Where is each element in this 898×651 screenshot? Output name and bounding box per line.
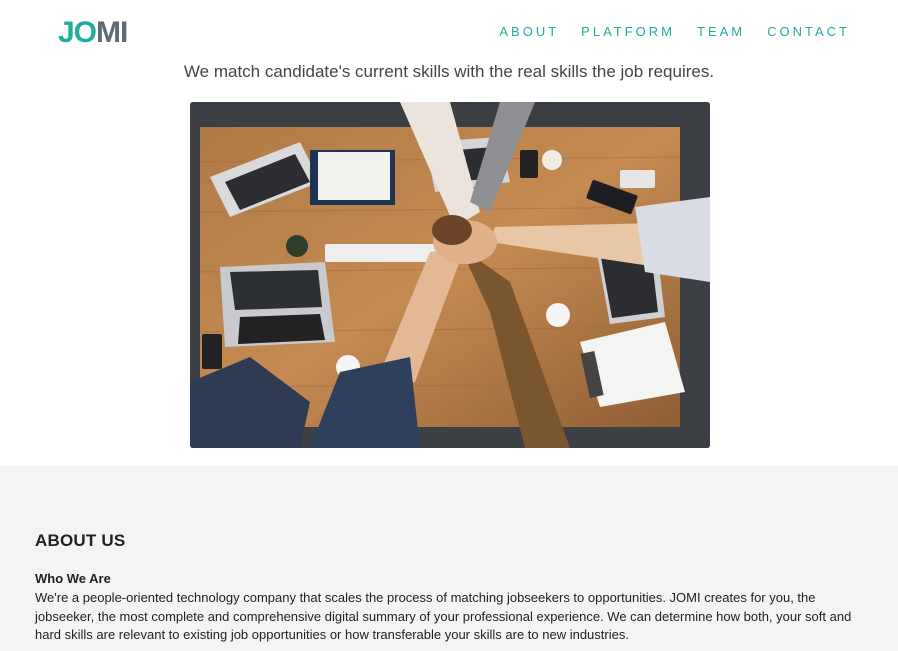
hero-image [190, 102, 710, 448]
hero-tagline: We match candidate's current skills with… [183, 62, 715, 81]
nav-team[interactable]: TEAM [697, 24, 745, 39]
about-section: ABOUT US Who We Are We're a people-orien… [0, 466, 898, 651]
main-nav: ABOUT PLATFORM TEAM CONTACT [499, 24, 850, 39]
nav-contact[interactable]: CONTACT [767, 24, 850, 39]
nav-platform[interactable]: PLATFORM [581, 24, 675, 39]
about-heading: ABOUT US [35, 531, 126, 550]
logo[interactable]: JO MI [58, 16, 128, 49]
logo-text-primary: JO [58, 16, 97, 49]
teamwork-photo-illustration [190, 102, 710, 448]
logo-text-secondary: MI [96, 16, 128, 49]
site-header: JO MI ABOUT PLATFORM TEAM CONTACT [0, 0, 898, 62]
about-subheading: Who We Are [35, 571, 111, 586]
about-body: We're a people-oriented technology compa… [35, 590, 852, 642]
page: JO MI ABOUT PLATFORM TEAM CONTACT We mat… [0, 0, 898, 651]
nav-about[interactable]: ABOUT [499, 24, 559, 39]
